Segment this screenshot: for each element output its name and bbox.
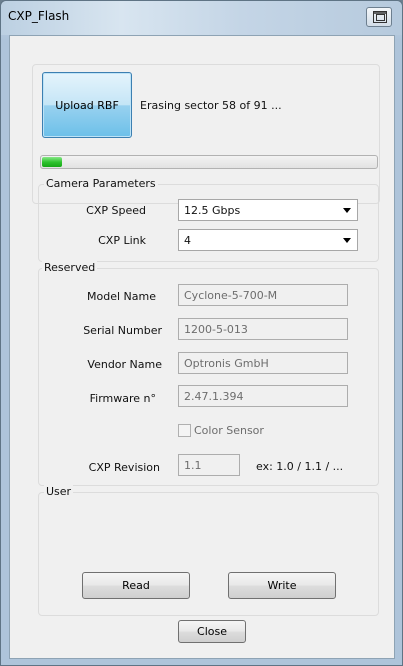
cxp-revision-label: CXP Revision xyxy=(88,461,160,474)
close-button[interactable]: Close xyxy=(178,620,246,643)
app-window: CXP_Flash Upload RBF Erasing sector 58 o… xyxy=(0,0,403,666)
window-title: CXP_Flash xyxy=(8,9,70,23)
flash-progress-bar xyxy=(40,155,378,169)
firmware-field[interactable]: 2.47.1.394 xyxy=(178,385,348,407)
cxp-link-label: CXP Link xyxy=(98,234,146,247)
chevron-down-icon xyxy=(343,208,351,213)
cxp-speed-label: CXP Speed xyxy=(86,204,146,217)
flash-progress-fill xyxy=(42,157,63,167)
upload-rbf-button[interactable]: Upload RBF xyxy=(42,72,132,138)
reserved-title: Reserved xyxy=(42,261,98,274)
read-button[interactable]: Read xyxy=(82,572,190,599)
cxp-revision-hint: ex: 1.0 / 1.1 / ... xyxy=(256,460,344,473)
chevron-down-icon xyxy=(343,238,351,243)
write-button[interactable]: Write xyxy=(228,572,336,599)
cxp-speed-value: 12.5 Gbps xyxy=(184,204,241,217)
cxp-link-select[interactable]: 4 xyxy=(178,229,358,251)
restore-window-icon xyxy=(373,11,387,23)
model-name-label: Model Name xyxy=(87,290,156,303)
serial-number-field[interactable]: 1200-5-013 xyxy=(178,318,348,340)
cxp-revision-field[interactable]: 1.1 xyxy=(178,454,240,476)
user-title: User xyxy=(44,485,74,498)
vendor-name-field[interactable]: Optronis GmbH xyxy=(178,352,348,374)
title-bar[interactable]: CXP_Flash xyxy=(1,1,402,35)
restore-window-button[interactable] xyxy=(366,7,392,27)
camera-parameters-title: Camera Parameters xyxy=(44,177,158,190)
dialog-client-area: Upload RBF Erasing sector 58 of 91 ... C… xyxy=(9,35,395,659)
model-name-field[interactable]: Cyclone-5-700-M xyxy=(178,284,348,306)
color-sensor-label: Color Sensor xyxy=(194,424,264,437)
vendor-name-label: Vendor Name xyxy=(87,358,162,371)
flash-status-text: Erasing sector 58 of 91 ... xyxy=(140,99,282,112)
cxp-speed-select[interactable]: 12.5 Gbps xyxy=(178,199,358,221)
cxp-link-value: 4 xyxy=(184,234,191,247)
serial-number-label: Serial Number xyxy=(83,324,162,337)
color-sensor-checkbox[interactable] xyxy=(178,424,191,437)
firmware-label: Firmware n° xyxy=(89,392,156,405)
